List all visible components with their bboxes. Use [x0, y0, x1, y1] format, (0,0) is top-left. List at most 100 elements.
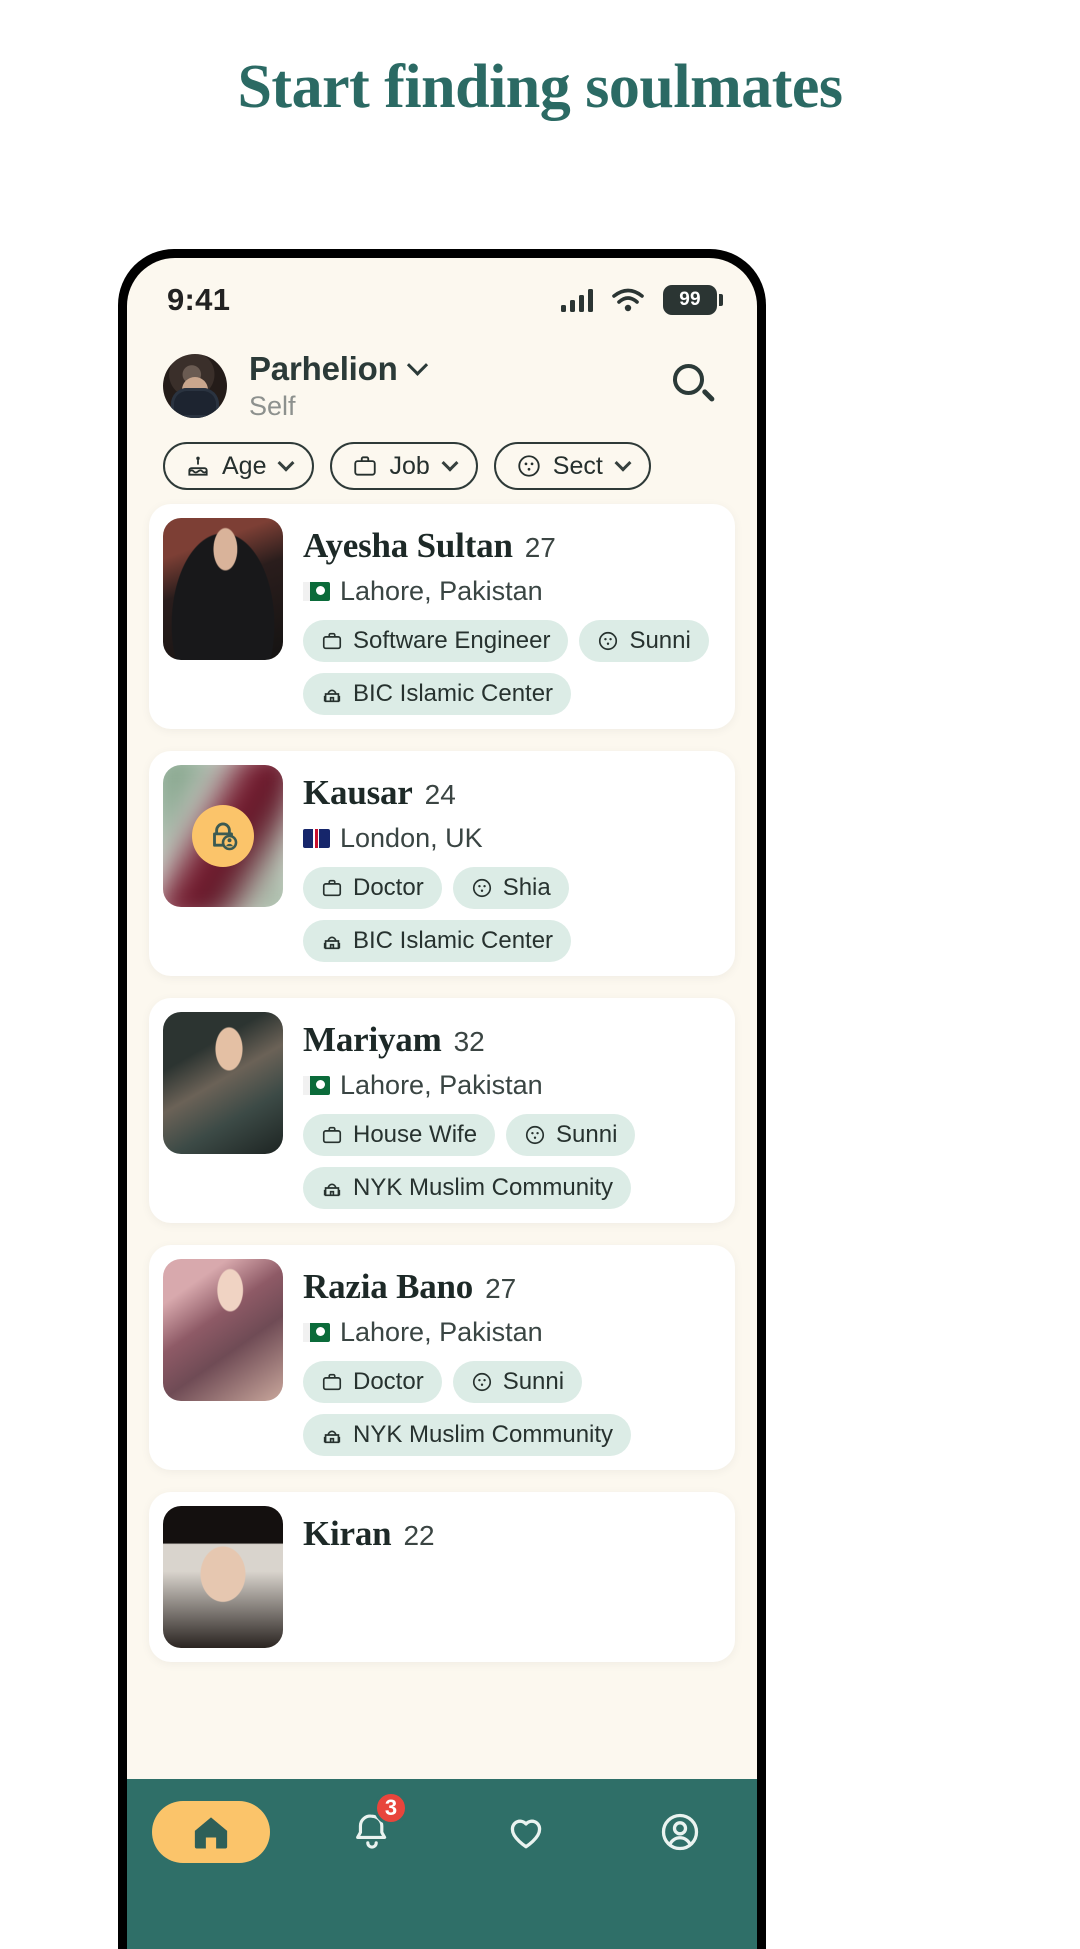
profile-card[interactable]: Ayesha Sultan 27 Lahore, Pakistan Softwa… — [149, 504, 735, 729]
tag-sect[interactable]: Sunni — [506, 1114, 636, 1156]
profile-card[interactable]: Razia Bano 27 Lahore, Pakistan Doctor Su… — [149, 1245, 735, 1470]
profile-photo-locked[interactable] — [163, 765, 283, 907]
cake-icon — [188, 456, 208, 476]
tag-community-label: BIC Islamic Center — [353, 927, 554, 954]
filter-chip-age-label: Age — [222, 451, 267, 480]
wifi-icon — [612, 288, 644, 312]
avatar[interactable] — [163, 354, 227, 418]
tag-sect[interactable]: Sunni — [579, 620, 709, 662]
chevron-down-icon — [441, 454, 459, 472]
tag-job-label: Software Engineer — [353, 627, 551, 654]
profile-location: London, UK — [303, 823, 721, 854]
tag-sect-label: Sunni — [629, 627, 691, 654]
status-time: 9:41 — [167, 282, 231, 317]
nav-home[interactable] — [152, 1801, 270, 1863]
briefcase-icon — [322, 632, 342, 650]
search-icon[interactable] — [667, 359, 721, 413]
profile-photo[interactable] — [163, 518, 283, 660]
app-header: Parhelion Self — [127, 328, 757, 432]
filter-chip-sect-label: Sect — [552, 451, 603, 480]
briefcase-icon — [322, 879, 342, 897]
chevron-down-icon — [614, 454, 632, 472]
nav-profile[interactable] — [628, 1801, 732, 1863]
tag-job[interactable]: Doctor — [303, 1361, 442, 1403]
filter-chip-job[interactable]: Job — [330, 442, 478, 490]
tag-sect[interactable]: Sunni — [452, 1361, 583, 1403]
tag-job[interactable]: House Wife — [303, 1114, 496, 1156]
tag-community[interactable]: BIC Islamic Center — [303, 673, 572, 715]
sect-icon — [518, 455, 540, 477]
profile-name: Razia Bano — [303, 1267, 474, 1306]
profile-location-label: London, UK — [340, 823, 483, 853]
flag-pakistan-icon — [303, 1076, 330, 1095]
nav-favorites[interactable] — [474, 1801, 578, 1863]
phone-frame: 9:41 99 Parhelion Self Age Job Sect Ayes… — [118, 249, 766, 1949]
filter-chip-job-label: Job — [389, 451, 430, 480]
tag-sect[interactable]: Shia — [452, 867, 569, 909]
filter-chip-sect[interactable]: Sect — [493, 442, 651, 490]
profile-location-label: Lahore, Pakistan — [340, 576, 543, 606]
profile-location-label: Lahore, Pakistan — [340, 1317, 543, 1347]
home-icon — [194, 1817, 228, 1849]
profile-card[interactable]: Kiran 22 — [149, 1492, 735, 1662]
tag-job-label: House Wife — [353, 1121, 478, 1148]
briefcase-icon — [322, 1126, 342, 1144]
profile-age: 27 — [485, 1273, 517, 1304]
profile-location: Lahore, Pakistan — [303, 576, 721, 607]
chevron-down-icon[interactable] — [406, 354, 428, 376]
profile-name: Ayesha Sultan — [303, 526, 513, 565]
user-identity[interactable]: Parhelion Self — [249, 350, 428, 421]
profile-photo[interactable] — [163, 1012, 283, 1154]
tag-community[interactable]: NYK Muslim Community — [303, 1167, 632, 1209]
user-role: Self — [249, 390, 296, 421]
profile-age: 27 — [524, 532, 556, 563]
page-title: Start finding soulmates — [237, 53, 843, 121]
chevron-down-icon — [277, 454, 295, 472]
sect-icon — [599, 631, 618, 651]
flag-pakistan-icon — [303, 1323, 330, 1342]
profile-photo[interactable] — [163, 1506, 283, 1648]
profile-card[interactable]: Mariyam 32 Lahore, Pakistan House Wife S… — [149, 998, 735, 1223]
profile-tags: Software Engineer Sunni BIC Islamic Cent… — [303, 620, 721, 715]
tag-job[interactable]: Software Engineer — [303, 620, 569, 662]
user-name: Parhelion — [249, 350, 398, 387]
profile-location-label: Lahore, Pakistan — [340, 1070, 543, 1100]
tag-community-label: NYK Muslim Community — [353, 1174, 614, 1201]
mosque-icon — [323, 936, 341, 950]
tag-job[interactable]: Doctor — [303, 867, 442, 909]
tag-community[interactable]: BIC Islamic Center — [303, 920, 572, 962]
filter-chip-age[interactable]: Age — [163, 442, 315, 490]
sect-icon — [525, 1125, 545, 1145]
filter-chips: Age Job Sect — [127, 432, 757, 490]
mosque-icon — [323, 1183, 341, 1197]
tag-sect-label: Shia — [502, 874, 551, 901]
profile-location: Lahore, Pakistan — [303, 1070, 721, 1101]
profile-name: Mariyam — [303, 1020, 442, 1059]
mosque-icon — [323, 1430, 341, 1444]
profile-location: Lahore, Pakistan — [303, 1317, 721, 1348]
profile-card[interactable]: Kausar 24 London, UK Doctor Shia BIC Isl… — [149, 751, 735, 976]
profile-tags: Doctor Shia BIC Islamic Center — [303, 867, 721, 962]
tag-community[interactable]: NYK Muslim Community — [303, 1414, 632, 1456]
signal-bars-icon — [560, 288, 593, 312]
tag-job-label: Doctor — [353, 1368, 424, 1395]
briefcase-icon — [354, 456, 377, 476]
profile-age: 22 — [403, 1520, 435, 1551]
flag-uk-icon — [303, 829, 330, 848]
flag-pakistan-icon — [303, 582, 330, 601]
mosque-icon — [323, 689, 341, 703]
tag-community-label: NYK Muslim Community — [353, 1421, 614, 1448]
profile-photo[interactable] — [163, 1259, 283, 1401]
tag-community-label: BIC Islamic Center — [353, 680, 554, 707]
profile-name: Kiran — [303, 1514, 392, 1553]
battery-indicator: 99 — [663, 285, 723, 315]
tag-job-label: Doctor — [353, 874, 424, 901]
sect-icon — [472, 878, 491, 898]
bottom-navigation: 3 — [127, 1779, 757, 1949]
nav-notifications[interactable]: 3 — [320, 1791, 424, 1863]
status-icons: 99 — [560, 285, 723, 315]
profile-tags: House Wife Sunni NYK Muslim Community — [303, 1114, 721, 1209]
tag-sect-label: Sunni — [502, 1368, 565, 1395]
briefcase-icon — [322, 1373, 342, 1391]
phone-screen: 9:41 99 Parhelion Self Age Job Sect Ayes… — [127, 258, 757, 1949]
